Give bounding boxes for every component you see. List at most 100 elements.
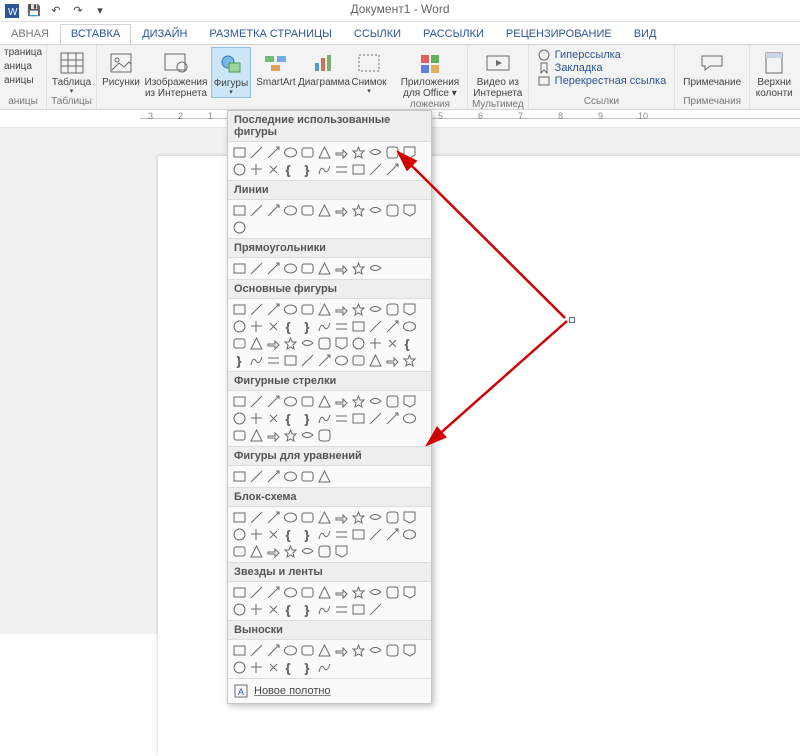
shape-item[interactable] [385, 394, 400, 409]
crossref-button[interactable]: Перекрестная ссылка [537, 75, 667, 87]
shape-item[interactable] [232, 145, 247, 160]
shape-item[interactable] [249, 527, 264, 542]
shape-item[interactable] [351, 203, 366, 218]
shape-item[interactable] [334, 203, 349, 218]
shape-item[interactable] [385, 527, 400, 542]
shape-item[interactable] [232, 469, 247, 484]
shape-item[interactable] [334, 510, 349, 525]
shape-item[interactable] [368, 302, 383, 317]
shape-item[interactable] [249, 660, 264, 675]
shape-item[interactable] [334, 261, 349, 276]
shape-item[interactable] [266, 336, 281, 351]
undo-icon[interactable]: ↶ [48, 3, 64, 19]
shape-item[interactable] [232, 527, 247, 542]
shape-item[interactable] [385, 336, 400, 351]
shape-item[interactable] [249, 353, 264, 368]
header-button[interactable]: Верхни колонти [754, 47, 794, 99]
shape-item[interactable] [232, 302, 247, 317]
shape-item[interactable] [351, 510, 366, 525]
shape-item[interactable] [266, 261, 281, 276]
shape-item[interactable]: } [300, 660, 315, 675]
shape-item[interactable] [351, 353, 366, 368]
shape-item[interactable]: } [300, 411, 315, 426]
shape-item[interactable] [368, 203, 383, 218]
shape-item[interactable] [368, 353, 383, 368]
shape-item[interactable] [249, 162, 264, 177]
new-canvas-button[interactable]: A Новое полотно [228, 678, 431, 703]
shape-item[interactable] [232, 261, 247, 276]
tab-pagelayout[interactable]: РАЗМЕТКА СТРАНИЦЫ [198, 24, 342, 44]
shape-item[interactable] [317, 469, 332, 484]
shape-item[interactable] [317, 353, 332, 368]
shape-item[interactable] [368, 510, 383, 525]
shape-item[interactable] [266, 394, 281, 409]
shape-item[interactable] [249, 336, 264, 351]
bookmark-button[interactable]: Закладка [537, 62, 667, 74]
shape-item[interactable] [232, 428, 247, 443]
shape-item[interactable] [385, 411, 400, 426]
shape-item[interactable] [385, 302, 400, 317]
shape-item[interactable] [351, 411, 366, 426]
shape-item[interactable] [300, 510, 315, 525]
shape-item[interactable] [266, 411, 281, 426]
shape-item[interactable] [266, 428, 281, 443]
shape-item[interactable] [402, 353, 417, 368]
shape-item[interactable] [232, 220, 247, 235]
shape-item[interactable] [368, 527, 383, 542]
shape-item[interactable] [385, 162, 400, 177]
shape-item[interactable] [232, 336, 247, 351]
shape-item[interactable] [351, 643, 366, 658]
shape-item[interactable] [266, 319, 281, 334]
shape-item[interactable] [351, 527, 366, 542]
shape-item[interactable] [402, 394, 417, 409]
shape-item[interactable] [368, 602, 383, 617]
shape-item[interactable] [266, 145, 281, 160]
shape-item[interactable] [351, 145, 366, 160]
shape-item[interactable] [402, 411, 417, 426]
shape-item[interactable] [351, 602, 366, 617]
shape-item[interactable] [283, 510, 298, 525]
shape-item[interactable] [266, 353, 281, 368]
shape-item[interactable] [283, 336, 298, 351]
tab-review[interactable]: РЕЦЕНЗИРОВАНИЕ [495, 24, 623, 44]
shape-item[interactable]: { [283, 319, 298, 334]
shape-item[interactable] [249, 544, 264, 559]
pages-pagebreak[interactable]: аницы [4, 75, 34, 87]
shape-item[interactable] [317, 510, 332, 525]
shape-item[interactable] [300, 469, 315, 484]
shape-item[interactable] [266, 203, 281, 218]
chart-button[interactable]: Диаграмма [301, 47, 347, 88]
shape-item[interactable] [232, 585, 247, 600]
shape-item[interactable] [317, 261, 332, 276]
shape-item[interactable] [402, 319, 417, 334]
shape-item[interactable] [266, 585, 281, 600]
shape-item[interactable] [317, 428, 332, 443]
apps-button[interactable]: Приложения для Office ▾ [397, 47, 463, 99]
shape-item[interactable] [334, 411, 349, 426]
shape-item[interactable] [300, 261, 315, 276]
tab-home[interactable]: АВНАЯ [0, 24, 60, 44]
shape-item[interactable] [300, 585, 315, 600]
shape-item[interactable] [351, 302, 366, 317]
shape-item[interactable]: { [402, 336, 417, 351]
comment-button[interactable]: Примечание [679, 47, 745, 88]
shape-item[interactable] [402, 527, 417, 542]
customize-qat-icon[interactable]: ▾ [92, 3, 108, 19]
shape-item[interactable] [385, 203, 400, 218]
shape-item[interactable] [249, 510, 264, 525]
shape-item[interactable] [300, 544, 315, 559]
shape-item[interactable] [266, 302, 281, 317]
shape-item[interactable] [266, 544, 281, 559]
shape-item[interactable] [317, 302, 332, 317]
shape-item[interactable] [232, 162, 247, 177]
shape-item[interactable] [334, 602, 349, 617]
online-video-button[interactable]: Видео из Интернета [475, 47, 521, 99]
selection-handle[interactable] [569, 317, 575, 323]
shape-item[interactable] [232, 510, 247, 525]
shape-item[interactable] [385, 585, 400, 600]
shape-item[interactable] [249, 319, 264, 334]
shape-item[interactable] [334, 302, 349, 317]
shape-item[interactable] [266, 527, 281, 542]
shape-item[interactable] [368, 336, 383, 351]
smartart-button[interactable]: SmartArt [253, 47, 299, 88]
